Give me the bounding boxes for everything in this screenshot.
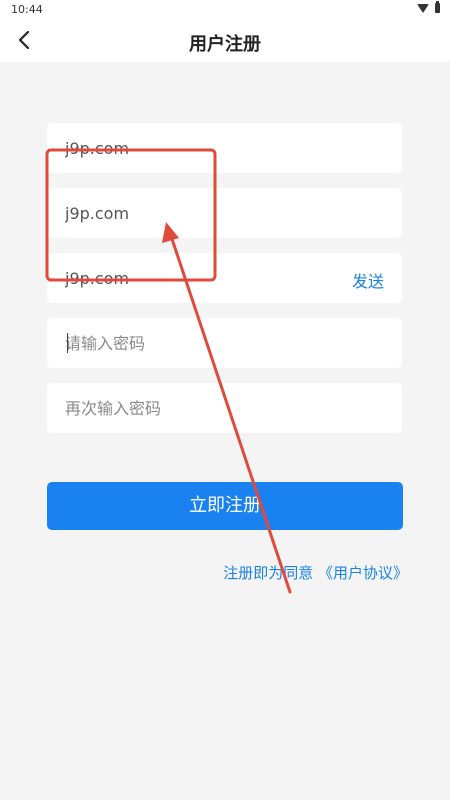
text-cursor: [67, 333, 68, 353]
input-field-5: [47, 383, 402, 433]
account-input[interactable]: [65, 123, 335, 173]
input-field-1: [47, 123, 402, 173]
status-bar: 10:44: [0, 0, 450, 20]
status-icons: [417, 1, 440, 13]
verification-code-input[interactable]: [65, 253, 335, 303]
page-title: 用户注册: [189, 34, 261, 55]
confirm-password-input[interactable]: [65, 383, 335, 433]
status-time: 10:44: [11, 3, 43, 16]
send-code-button[interactable]: 发送: [352, 268, 384, 292]
user-agreement-link[interactable]: 《用户协议》: [318, 564, 408, 582]
battery-icon: [435, 1, 440, 13]
input-field-4: [47, 318, 402, 368]
register-button[interactable]: 立即注册: [47, 482, 403, 530]
agreement-prefix: 注册即为同意: [223, 564, 314, 582]
app-bar: 用户注册: [0, 20, 450, 62]
password-input[interactable]: [65, 318, 335, 368]
input-field-3: 发送: [47, 253, 402, 303]
agreement-text: 注册即为同意 《用户协议》: [223, 562, 408, 583]
phone-input[interactable]: [65, 188, 335, 238]
input-field-2: [47, 188, 402, 238]
wifi-icon: [417, 3, 429, 13]
